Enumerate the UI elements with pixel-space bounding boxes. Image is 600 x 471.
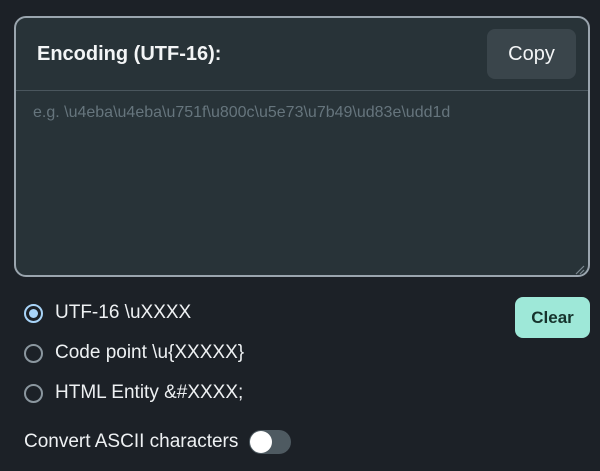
encoding-textarea[interactable] [16,91,588,275]
encoding-title: Encoding (UTF-16): [37,42,222,65]
toggle-knob [250,431,273,453]
encoding-panel-header: Encoding (UTF-16): Copy [16,18,588,91]
radio-code-point[interactable] [24,343,43,363]
format-option-label: Code point \u{XXXXX} [55,342,245,363]
resize-handle-icon[interactable] [575,262,585,275]
encoding-panel: Encoding (UTF-16): Copy [14,16,590,277]
convert-ascii-label: Convert ASCII characters [24,431,239,452]
format-option-utf16[interactable]: UTF-16 \uXXXX [24,301,244,325]
format-option-label: HTML Entity &#XXXX; [55,382,244,403]
format-option-html-entity[interactable]: HTML Entity &#XXXX; [24,381,244,405]
copy-button[interactable]: Copy [487,29,576,79]
convert-ascii-toggle[interactable] [249,430,292,454]
format-option-code-point[interactable]: Code point \u{XXXXX} [24,341,244,365]
clear-button[interactable]: Clear [515,297,590,338]
convert-ascii-row: Convert ASCII characters [24,430,292,454]
radio-utf16[interactable] [24,303,43,323]
radio-html-entity[interactable] [24,383,43,403]
format-option-label: UTF-16 \uXXXX [55,302,192,323]
format-options: UTF-16 \uXXXX Code point \u{XXXXX} HTML … [24,301,244,421]
